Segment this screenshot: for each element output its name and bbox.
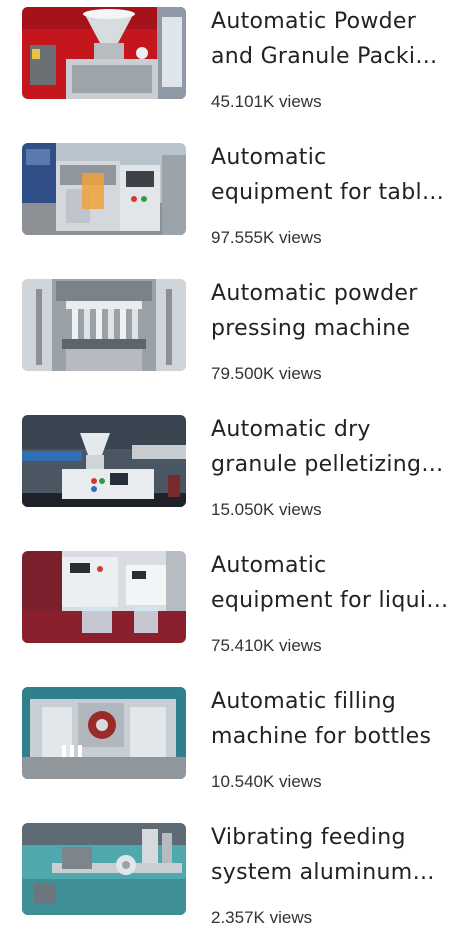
video-title[interactable]: Automatic Powder and Granule Packing Mac… — [211, 4, 451, 74]
video-thumbnail[interactable] — [22, 551, 186, 643]
video-thumbnail[interactable] — [22, 415, 186, 507]
view-count: 97.555K views — [211, 228, 322, 247]
video-thumbnail[interactable] — [22, 279, 186, 371]
video-item[interactable]: Automatic equipment for tablet productio… — [0, 136, 463, 272]
video-item[interactable]: Automatic powder pressing machine 79.500… — [0, 272, 463, 408]
view-count: 15.050K views — [211, 500, 322, 519]
thumbnail-image-filling-line — [22, 687, 186, 779]
view-count: 79.500K views — [211, 364, 322, 383]
view-count: 2.357K views — [211, 908, 313, 927]
video-item[interactable]: Automatic dry granule pelletizing machin… — [0, 408, 463, 544]
thumbnail-image-tablet-press — [22, 279, 186, 371]
thumbnail-image-powder-machine — [22, 7, 186, 99]
video-item[interactable]: Vibrating feeding system aluminum cap 2.… — [0, 816, 463, 952]
video-thumbnail[interactable] — [22, 687, 186, 779]
view-count: 10.540K views — [211, 772, 322, 791]
video-thumbnail[interactable] — [22, 823, 186, 915]
video-item[interactable]: Automatic filling machine for bottles 10… — [0, 680, 463, 816]
video-list: Automatic Powder and Granule Packing Mac… — [0, 0, 463, 927]
video-item[interactable]: Automatic equipment for liquid filling 7… — [0, 544, 463, 680]
view-count: 45.101K views — [211, 92, 322, 111]
video-title[interactable]: Automatic equipment for liquid filling — [211, 548, 451, 618]
video-title[interactable]: Automatic equipment for tablet productio… — [211, 140, 451, 210]
video-item[interactable]: Automatic Powder and Granule Packing Mac… — [0, 0, 463, 136]
video-title[interactable]: Automatic dry granule pelletizing machin… — [211, 412, 451, 482]
thumbnail-image-granulator — [22, 415, 186, 507]
video-thumbnail[interactable] — [22, 143, 186, 235]
view-count: 75.410K views — [211, 636, 322, 655]
thumbnail-image-liquid-filler — [22, 551, 186, 643]
video-title[interactable]: Automatic filling machine for bottles — [211, 684, 451, 754]
thumbnail-image-conveyor-capper — [22, 823, 186, 915]
thumbnail-image-cabinet-machine — [22, 143, 186, 235]
video-thumbnail[interactable] — [22, 7, 186, 99]
video-title[interactable]: Automatic powder pressing machine — [211, 276, 451, 346]
video-title[interactable]: Vibrating feeding system aluminum cap — [211, 820, 451, 890]
